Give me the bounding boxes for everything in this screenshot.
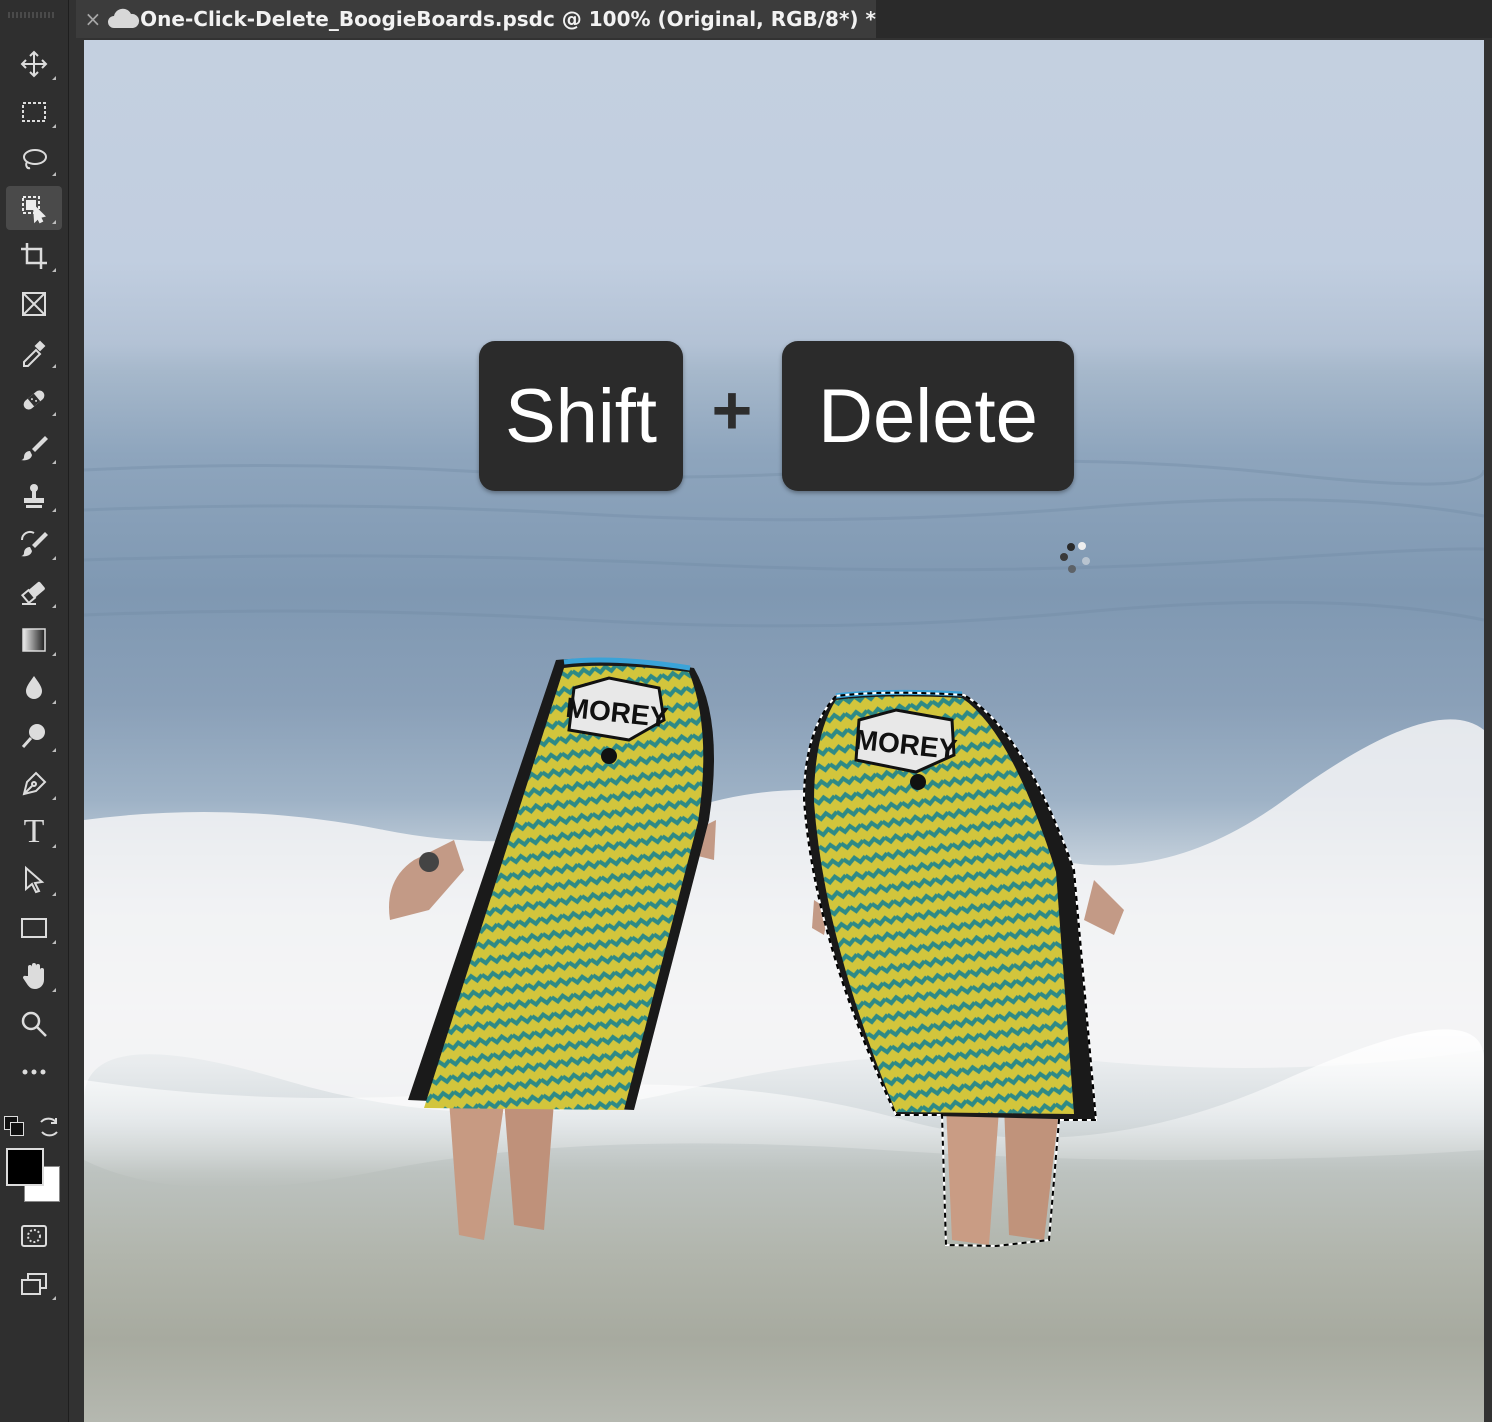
document-tab-bar: × One-Click-Delete_BoogieBoards.psdc @ 1… bbox=[76, 0, 1492, 38]
rectangle-tool[interactable] bbox=[6, 906, 62, 950]
pen-tool[interactable] bbox=[6, 762, 62, 806]
arrow-icon bbox=[25, 865, 45, 894]
quick-mask-button[interactable] bbox=[6, 1214, 62, 1258]
edit-toolbar[interactable] bbox=[6, 1050, 62, 1094]
surf-foam bbox=[84, 719, 1484, 1113]
hand-icon bbox=[22, 963, 44, 989]
delete-key-badge: Delete bbox=[782, 341, 1074, 491]
marquee-icon bbox=[22, 102, 46, 122]
quick-mask-icon bbox=[21, 1225, 47, 1247]
eyedropper-tool[interactable] bbox=[6, 330, 62, 374]
zoom-icon bbox=[21, 1011, 47, 1037]
lasso-tool[interactable] bbox=[6, 138, 62, 182]
cloud-icon bbox=[106, 7, 140, 31]
clone-stamp-tool[interactable] bbox=[6, 474, 62, 518]
photo-scene: MOREY MOREY bbox=[84, 459, 1484, 1248]
brush-tool[interactable] bbox=[6, 426, 62, 470]
object-selection-tool[interactable] bbox=[6, 186, 62, 230]
type-icon: T bbox=[23, 813, 45, 850]
blur-tool[interactable] bbox=[6, 666, 62, 710]
document-title: One-Click-Delete_BoogieBoards.psdc @ 100… bbox=[140, 7, 876, 31]
frame-tool[interactable] bbox=[6, 282, 62, 326]
crop-tool[interactable] bbox=[6, 234, 62, 278]
dodge-icon bbox=[21, 724, 45, 748]
stamp-icon bbox=[24, 484, 44, 508]
history-brush-icon bbox=[20, 530, 48, 557]
rectangular-marquee-tool[interactable] bbox=[6, 90, 62, 134]
document-tab[interactable]: × One-Click-Delete_BoogieBoards.psdc @ 1… bbox=[76, 0, 876, 38]
gradient-icon bbox=[22, 628, 46, 652]
plus-sign: + bbox=[711, 371, 753, 449]
dodge-tool[interactable] bbox=[6, 714, 62, 758]
object-selection-icon bbox=[22, 196, 46, 224]
panel-grip[interactable] bbox=[8, 12, 54, 18]
wave-lines bbox=[84, 459, 1484, 628]
zoom-tool[interactable] bbox=[6, 1002, 62, 1046]
screen-mode-icon bbox=[21, 1273, 47, 1295]
type-tool[interactable]: T bbox=[6, 810, 62, 854]
eraser-tool[interactable] bbox=[6, 570, 62, 614]
gradient-tool[interactable] bbox=[6, 618, 62, 662]
pen-icon bbox=[22, 771, 47, 796]
tools-panel: T bbox=[0, 0, 69, 1422]
swap-colors-icon[interactable] bbox=[36, 1114, 62, 1140]
bandage-icon bbox=[23, 390, 45, 410]
crop-icon bbox=[21, 243, 47, 269]
screen-mode-button[interactable] bbox=[6, 1262, 62, 1306]
brush-icon bbox=[21, 436, 48, 461]
document-canvas[interactable]: MOREY MOREY Shift + Delete bbox=[84, 40, 1484, 1422]
eyedropper-icon bbox=[23, 340, 46, 367]
shift-key-badge: Shift bbox=[479, 341, 683, 491]
healing-brush-tool[interactable] bbox=[6, 378, 62, 422]
default-colors-icon[interactable] bbox=[4, 1116, 26, 1138]
close-icon[interactable]: × bbox=[80, 7, 106, 31]
frame-icon bbox=[22, 292, 46, 316]
rectangle-icon bbox=[21, 918, 47, 938]
loading-spinner-icon bbox=[1060, 542, 1090, 573]
move-icon bbox=[20, 50, 48, 78]
lasso-icon bbox=[23, 149, 47, 170]
eraser-icon bbox=[20, 581, 45, 605]
hand-tool[interactable] bbox=[6, 954, 62, 998]
path-selection-tool[interactable] bbox=[6, 858, 62, 902]
more-icon bbox=[22, 1069, 46, 1075]
drop-icon bbox=[26, 676, 42, 699]
move-tool[interactable] bbox=[6, 42, 62, 86]
foreground-color-swatch[interactable] bbox=[6, 1148, 44, 1186]
history-brush-tool[interactable] bbox=[6, 522, 62, 566]
